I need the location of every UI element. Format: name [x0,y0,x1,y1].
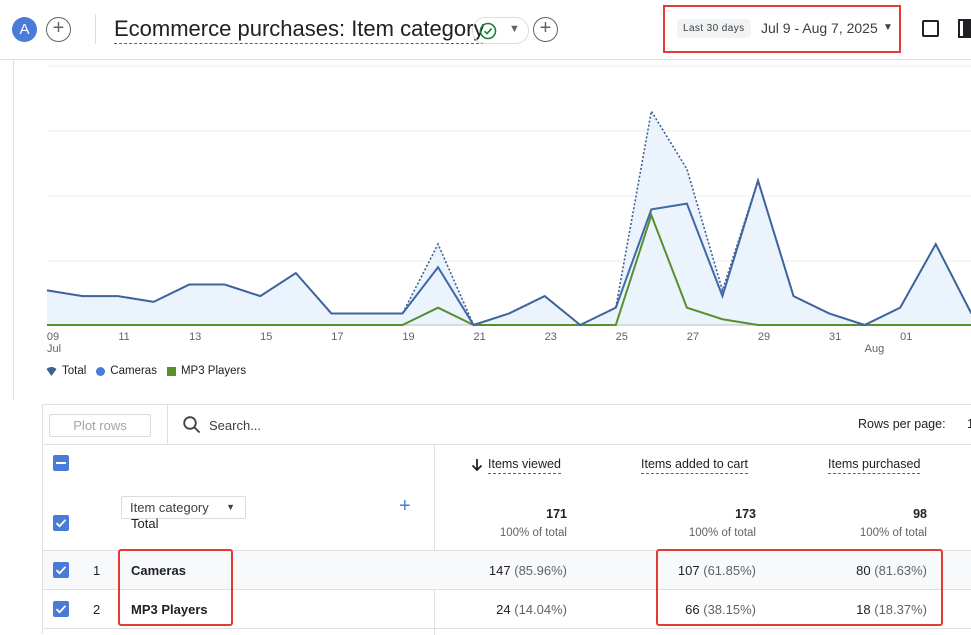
x-tick-label: 27 [687,331,699,343]
chevron-down-icon: ▼ [226,502,235,512]
x-tick-label: 25 [616,331,628,343]
date-range-text: Jul 9 - Aug 7, 2025 [761,20,878,36]
rows-per-page-select[interactable]: 1 [967,417,971,431]
cameras-dot-icon [96,366,106,376]
x-tick-label: 31 [829,331,841,343]
search-input[interactable] [209,416,409,434]
column-header-items-purchased[interactable]: Items purchased [828,457,921,474]
report-header: A + Ecommerce purchases: Item category ▼… [0,0,971,60]
report-status-dropdown[interactable]: ▼ [472,17,529,44]
customize-report-icon[interactable] [958,19,971,38]
add-comparison-button[interactable]: + [46,17,71,42]
column-header-items-viewed[interactable]: Items viewed [488,457,561,474]
x-tick-label: 19 [402,331,414,343]
x-tick-label: 11 [118,331,129,343]
total-items-viewed: 171 [546,507,567,521]
total-row-label: Total [131,516,159,531]
legend-label: Cameras [110,365,157,377]
total-items-purchased-pct: 100% of total [859,527,927,539]
x-tick-label: 13 [189,331,201,343]
legend-item-mp3-players[interactable]: MP3 Players [166,365,247,377]
add-filter-button[interactable]: + [533,17,558,42]
account-avatar[interactable]: A [12,17,37,42]
check-circle-icon [479,22,497,40]
row-index: 2 [93,602,101,617]
chevron-down-icon: ▼ [883,22,893,33]
total-area-fill [47,111,971,325]
rows-per-page-label: Rows per page: [858,417,946,431]
legend-item-total[interactable]: Total [46,365,86,377]
data-table: Plot rows Rows per page: 1 Item category… [42,404,971,635]
page-title[interactable]: Ecommerce purchases: Item category [114,16,485,44]
row-index: 1 [93,563,101,578]
mp3-square-icon [166,366,176,376]
total-items-added-pct: 100% of total [688,527,756,539]
checkmark-icon [55,519,67,528]
insights-icon[interactable] [922,20,939,37]
search-icon [183,416,201,434]
x-tick-label: 17 [331,331,343,343]
x-tick-label: 09 [47,331,59,343]
checkmark-icon [55,605,67,614]
total-items-viewed-pct: 100% of total [499,527,567,539]
highlight-box-metrics [656,549,943,626]
legend-label: Total [62,365,87,377]
dimension-label: Item category [130,500,209,515]
row-checkbox[interactable] [53,562,69,578]
date-preset-label: Last 30 days [677,19,751,38]
x-month-label: Aug [865,343,885,355]
checkmark-icon [55,566,67,575]
x-tick-label: 29 [758,331,770,343]
select-all-checkbox[interactable] [53,455,69,471]
line-chart: 0911131517192123252729310103JulAug [46,65,971,355]
x-tick-label: 23 [545,331,557,343]
header-divider [95,14,96,44]
x-tick-label: 21 [473,331,485,343]
chart-legend: Total Cameras MP3 Players [46,365,256,377]
x-tick-label: 01 [900,331,912,343]
row-items-viewed: 24 (14.04%) [496,602,567,617]
add-dimension-button[interactable]: + [399,495,411,518]
legend-label: MP3 Players [180,365,247,377]
total-row-checkbox[interactable] [53,515,69,531]
table-header: Item category ▼ + Items viewed Items add… [43,445,971,551]
column-header-items-added-to-cart[interactable]: Items added to cart [641,457,749,474]
total-items-added: 173 [735,507,756,521]
row-items-viewed: 147 (85.96%) [488,563,567,578]
highlight-box-categories [118,549,233,626]
row-checkbox[interactable] [53,601,69,617]
total-pin-icon [46,366,57,376]
toolbar-divider [167,405,168,445]
date-range-picker[interactable]: Last 30 days Jul 9 - Aug 7, 2025 ▼ [663,5,901,53]
total-items-purchased: 98 [913,507,927,521]
x-tick-label: 15 [260,331,272,343]
plot-rows-button[interactable]: Plot rows [49,414,151,437]
legend-item-cameras[interactable]: Cameras [96,365,157,377]
chevron-down-icon: ▼ [509,23,520,35]
x-month-label: Jul [47,343,61,355]
sort-arrow-down-icon [471,459,483,472]
table-toolbar: Plot rows Rows per page: 1 [43,405,971,445]
